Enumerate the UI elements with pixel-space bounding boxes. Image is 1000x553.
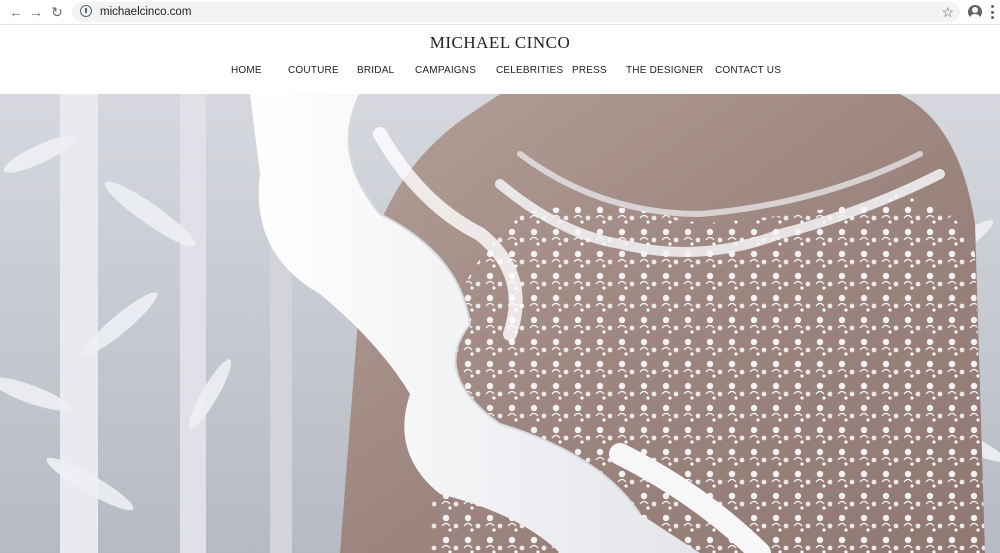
browser-toolbar: ← → ↻ michaelcinco.com ☆	[0, 0, 1000, 25]
nav-campaigns[interactable]: CAMPAIGNS	[415, 65, 476, 76]
arrow-left-icon[interactable]: ←	[8, 4, 24, 20]
site-header: MICHAEL CINCO HOME COUTURE BRIDAL CAMPAI…	[0, 25, 1000, 94]
more-vert-icon[interactable]	[991, 5, 994, 19]
nav-celebrities[interactable]: CELEBRITIES	[496, 65, 563, 76]
nav-bridal[interactable]: BRIDAL	[357, 65, 394, 76]
address-bar[interactable]: michaelcinco.com ☆	[72, 2, 960, 22]
main-nav: HOME COUTURE BRIDAL CAMPAIGNS CELEBRITIE…	[0, 65, 1000, 79]
hero-image	[0, 94, 1000, 553]
star-icon[interactable]: ☆	[941, 3, 954, 21]
info-icon[interactable]	[80, 5, 92, 17]
reload-icon[interactable]: ↻	[49, 4, 65, 20]
nav-home[interactable]: HOME	[231, 65, 262, 76]
site-logo[interactable]: MICHAEL CINCO	[0, 33, 1000, 53]
bridal-gown-photo	[0, 94, 1000, 553]
nav-couture[interactable]: COUTURE	[288, 65, 339, 76]
nav-contact-us[interactable]: CONTACT US	[715, 65, 781, 76]
url-text[interactable]: michaelcinco.com	[100, 4, 191, 20]
account-icon[interactable]	[968, 5, 982, 19]
arrow-right-icon[interactable]: →	[28, 4, 44, 20]
nav-the-designer[interactable]: THE DESIGNER	[626, 65, 703, 76]
nav-press[interactable]: PRESS	[572, 65, 607, 76]
